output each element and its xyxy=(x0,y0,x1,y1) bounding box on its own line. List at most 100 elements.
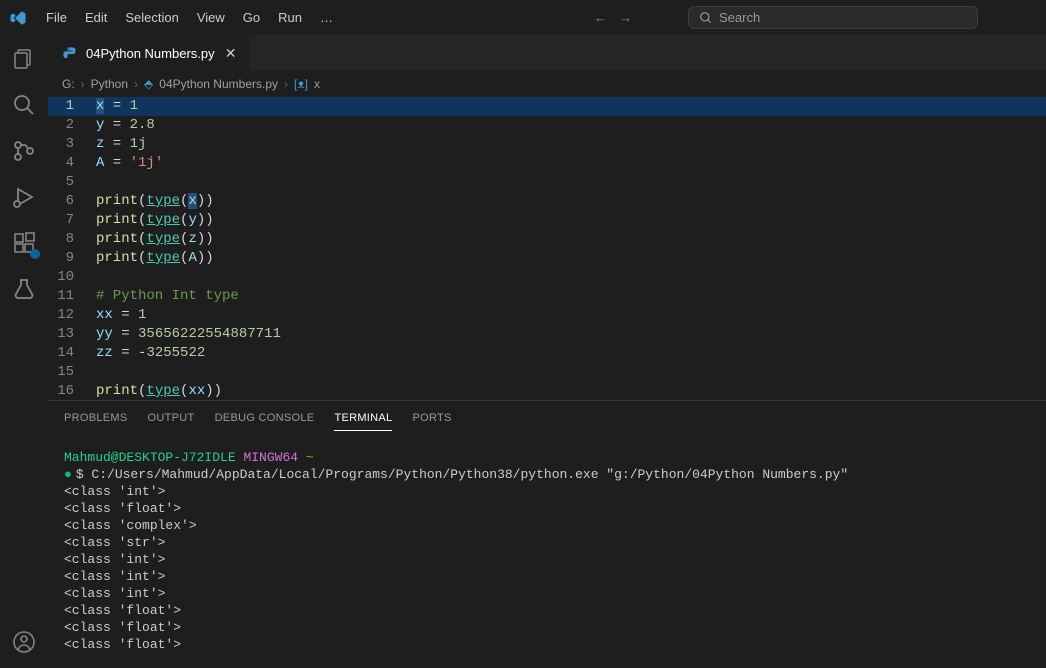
code-content[interactable]: # Python Int type xyxy=(96,287,239,306)
code-line[interactable]: 15 xyxy=(48,363,1046,382)
code-line[interactable]: 13yy = 35656222554887711 xyxy=(48,325,1046,344)
code-content[interactable]: zz = -3255522 xyxy=(96,344,205,363)
terminal-output-line: <class 'float'> xyxy=(64,619,1030,636)
terminal-output-line: <class 'float'> xyxy=(64,602,1030,619)
activity-bar xyxy=(0,35,48,668)
code-line[interactable]: 7print(type(y)) xyxy=(48,211,1046,230)
code-content[interactable]: print(type(xx)) xyxy=(96,382,222,400)
menu-item-file[interactable]: File xyxy=(38,6,75,29)
breadcrumb-folder[interactable]: Python xyxy=(91,77,128,91)
code-content[interactable]: print(type(z)) xyxy=(96,230,214,249)
code-content[interactable]: z = 1j xyxy=(96,135,146,154)
explorer-icon[interactable] xyxy=(10,45,38,73)
code-line[interactable]: 9print(type(A)) xyxy=(48,249,1046,268)
line-number: 6 xyxy=(48,192,96,211)
code-editor[interactable]: 1x = 12y = 2.83z = 1j4A = '1j'56print(ty… xyxy=(48,97,1046,400)
breadcrumb[interactable]: G: › Python › ⬘ 04Python Numbers.py › [ᴥ… xyxy=(48,71,1046,97)
code-content[interactable]: A = '1j' xyxy=(96,154,163,173)
code-content[interactable]: x = 1 xyxy=(96,97,138,116)
code-content[interactable]: xx = 1 xyxy=(96,306,146,325)
terminal-output-line: <class 'float'> xyxy=(64,636,1030,653)
python-file-icon: ⬘ xyxy=(144,77,153,91)
menu-item-selection[interactable]: Selection xyxy=(117,6,186,29)
panel-tab-output[interactable]: OUTPUT xyxy=(148,409,195,431)
search-placeholder: Search xyxy=(719,10,760,25)
code-line[interactable]: 3z = 1j xyxy=(48,135,1046,154)
code-line[interactable]: 2y = 2.8 xyxy=(48,116,1046,135)
line-number: 11 xyxy=(48,287,96,306)
editor-tab[interactable]: 04Python Numbers.py ✕ xyxy=(48,35,249,71)
code-content[interactable]: print(type(A)) xyxy=(96,249,214,268)
panel-tab-ports[interactable]: PORTS xyxy=(412,409,451,431)
python-file-icon xyxy=(62,46,78,62)
breadcrumb-symbol[interactable]: x xyxy=(314,77,320,91)
code-content[interactable]: print(type(y)) xyxy=(96,211,214,230)
line-number: 13 xyxy=(48,325,96,344)
panel-tab-debug-console[interactable]: DEBUG CONSOLE xyxy=(215,409,315,431)
code-line[interactable]: 14zz = -3255522 xyxy=(48,344,1046,363)
menu-item-view[interactable]: View xyxy=(189,6,233,29)
code-line[interactable]: 11# Python Int type xyxy=(48,287,1046,306)
testing-icon[interactable] xyxy=(10,275,38,303)
nav-back-icon[interactable]: ← xyxy=(594,10,607,25)
chevron-right-icon: › xyxy=(284,77,288,91)
tab-filename: 04Python Numbers.py xyxy=(86,46,215,61)
terminal-output-line: <class 'str'> xyxy=(64,534,1030,551)
panel-tab-problems[interactable]: PROBLEMS xyxy=(64,409,128,431)
line-number: 14 xyxy=(48,344,96,363)
accounts-icon[interactable] xyxy=(10,628,38,656)
menu-item-edit[interactable]: Edit xyxy=(77,6,115,29)
panel-tabs: PROBLEMS OUTPUT DEBUG CONSOLE TERMINAL P… xyxy=(48,401,1046,431)
code-line[interactable]: 8print(type(z)) xyxy=(48,230,1046,249)
code-line[interactable]: 1x = 1 xyxy=(48,97,1046,116)
terminal[interactable]: Mahmud@DESKTOP-J72IDLE MINGW64 ~●$ C:/Us… xyxy=(48,431,1046,668)
run-debug-icon[interactable] xyxy=(10,183,38,211)
menu-overflow-icon[interactable]: … xyxy=(312,6,341,29)
breadcrumb-drive[interactable]: G: xyxy=(62,77,75,91)
extensions-icon[interactable] xyxy=(10,229,38,257)
code-line[interactable]: 10 xyxy=(48,268,1046,287)
terminal-prompt-line: Mahmud@DESKTOP-J72IDLE MINGW64 ~ xyxy=(64,449,1030,466)
line-number: 2 xyxy=(48,116,96,135)
code-line[interactable]: 5 xyxy=(48,173,1046,192)
terminal-output-line: <class 'float'> xyxy=(64,500,1030,517)
terminal-command-line: ●$ C:/Users/Mahmud/AppData/Local/Program… xyxy=(64,466,1030,483)
chevron-right-icon: › xyxy=(134,77,138,91)
line-number: 3 xyxy=(48,135,96,154)
chevron-right-icon: › xyxy=(81,77,85,91)
menu-item-go[interactable]: Go xyxy=(235,6,268,29)
code-content[interactable]: print(type(x)) xyxy=(96,192,214,211)
panel-tab-terminal[interactable]: TERMINAL xyxy=(334,409,392,431)
menu-item-run[interactable]: Run xyxy=(270,6,310,29)
line-number: 16 xyxy=(48,382,96,400)
terminal-output-line: <class 'int'> xyxy=(64,585,1030,602)
code-line[interactable]: 6print(type(x)) xyxy=(48,192,1046,211)
line-number: 4 xyxy=(48,154,96,173)
editor-tabs: 04Python Numbers.py ✕ xyxy=(48,35,1046,71)
symbol-variable-icon: [ᴥ] xyxy=(294,77,308,91)
line-number: 7 xyxy=(48,211,96,230)
breadcrumb-file[interactable]: 04Python Numbers.py xyxy=(159,77,278,91)
code-line[interactable]: 16print(type(xx)) xyxy=(48,382,1046,400)
code-content[interactable]: y = 2.8 xyxy=(96,116,155,135)
code-line[interactable]: 12xx = 1 xyxy=(48,306,1046,325)
search-input[interactable]: Search xyxy=(688,6,978,29)
tab-close-icon[interactable]: ✕ xyxy=(223,46,239,62)
title-bar: File Edit Selection View Go Run … ← → Se… xyxy=(0,0,1046,35)
line-number: 10 xyxy=(48,268,96,287)
line-number: 5 xyxy=(48,173,96,192)
terminal-output-line: <class 'complex'> xyxy=(64,517,1030,534)
line-number: 12 xyxy=(48,306,96,325)
terminal-output-line: <class 'int'> xyxy=(64,568,1030,585)
code-content[interactable]: yy = 35656222554887711 xyxy=(96,325,281,344)
code-line[interactable]: 4A = '1j' xyxy=(48,154,1046,173)
nav-forward-icon[interactable]: → xyxy=(619,10,632,25)
line-number: 8 xyxy=(48,230,96,249)
vscode-logo-icon xyxy=(8,8,28,28)
source-control-icon[interactable] xyxy=(10,137,38,165)
search-icon xyxy=(699,11,713,25)
search-activity-icon[interactable] xyxy=(10,91,38,119)
line-number: 15 xyxy=(48,363,96,382)
bottom-panel: PROBLEMS OUTPUT DEBUG CONSOLE TERMINAL P… xyxy=(48,400,1046,668)
line-number: 1 xyxy=(48,97,96,116)
